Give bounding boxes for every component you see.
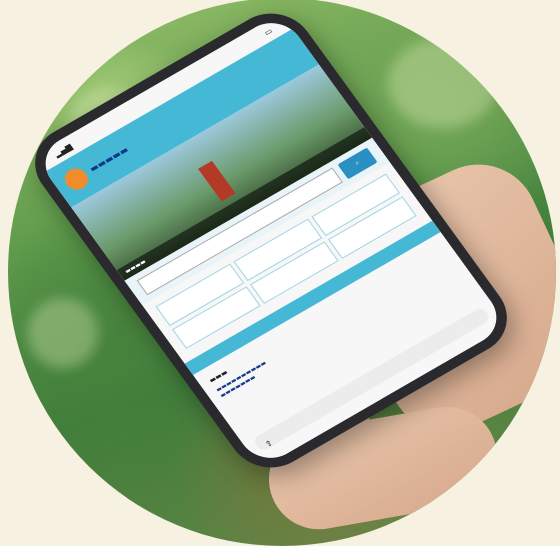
photo-scene: ▂▄▆ ▭ ▬▬▬▬▬ ▬▬▬▬ ⌕ ▬▬▬ ▬▬▬▬▬▬▬▬▬▬ ▬▬▬▬▬▬… [0,0,560,546]
share-icon: ⇪ [263,438,275,450]
battery-icon: ▭ [262,25,275,37]
bokeh-light [388,38,498,128]
site-title-graphic: ▬▬▬▬▬ [88,145,131,175]
circular-photo-frame: ▂▄▆ ▭ ▬▬▬▬▬ ▬▬▬▬ ⌕ ▬▬▬ ▬▬▬▬▬▬▬▬▬▬ ▬▬▬▬▬▬… [8,0,556,546]
site-logo [60,164,93,194]
search-icon: ⌕ [354,159,361,167]
bokeh-light [28,298,98,368]
pagoda-shape [197,160,236,202]
